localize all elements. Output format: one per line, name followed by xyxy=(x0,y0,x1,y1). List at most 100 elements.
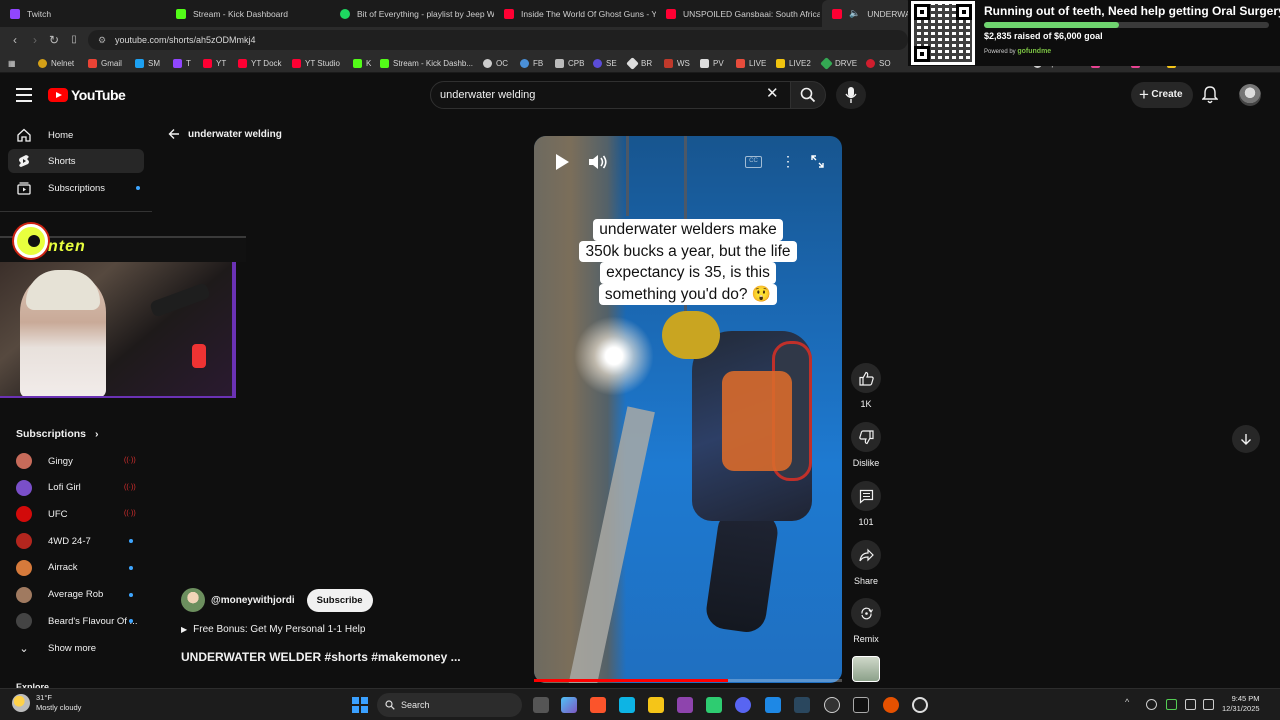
app-icon[interactable] xyxy=(883,697,899,713)
weather-widget[interactable]: 31°F Mostly cloudy xyxy=(12,693,81,713)
captions-icon[interactable]: CC xyxy=(745,156,762,168)
clear-search-icon[interactable]: ✕ xyxy=(766,86,779,102)
url-input[interactable]: ⚙ youtube.com/shorts/ah5zODMmkj4 xyxy=(88,30,908,50)
browser-tab[interactable]: Stream - Kick Dashboard xyxy=(166,0,330,27)
reload-icon[interactable]: ↻ xyxy=(47,33,61,47)
browser-tab[interactable]: Inside The World Of Ghost Guns - Yo xyxy=(494,0,656,27)
taskbar-search[interactable]: Search xyxy=(377,693,522,717)
remix-button[interactable]: Remix xyxy=(846,598,886,644)
sidebar-item-subscriptions[interactable]: Subscriptions xyxy=(8,176,144,200)
create-button[interactable]: Create xyxy=(1131,82,1193,108)
app-icon[interactable] xyxy=(765,697,781,713)
bookmark[interactable]: SM xyxy=(135,53,160,73)
bookmark[interactable]: DRVE xyxy=(820,53,857,73)
tab-label: Bit of Everything - playlist by Jeep W xyxy=(357,8,494,19)
search-input[interactable]: underwater welding xyxy=(430,81,792,109)
obs-icon[interactable] xyxy=(824,697,840,713)
taskbar-clock[interactable]: 9:45 PM 12/31/2025 xyxy=(1222,694,1260,714)
subscription-name: Beard's Flavour Of ... xyxy=(48,615,138,627)
windows-start-icon[interactable] xyxy=(352,697,368,713)
bookmark[interactable]: SE xyxy=(593,53,617,73)
play-icon[interactable] xyxy=(554,153,570,171)
next-short-button[interactable] xyxy=(1232,425,1260,453)
search-button[interactable] xyxy=(790,81,826,109)
browser-tab[interactable]: UNSPOILED Gansbaai: South Africa xyxy=(656,0,820,27)
dislike-button[interactable]: Dislike xyxy=(846,422,886,468)
show-more-button[interactable]: ⌄ Show more xyxy=(16,638,138,658)
nvidia-icon[interactable] xyxy=(706,697,722,713)
bookmark[interactable]: YT Studio xyxy=(292,53,340,73)
volume-tray-icon[interactable] xyxy=(1203,699,1214,710)
apps-icon[interactable]: ▦ xyxy=(8,53,16,73)
like-button[interactable]: 1K xyxy=(846,363,886,409)
subscription-item[interactable]: UFC ((·)) xyxy=(16,504,138,524)
browser-tab[interactable]: Bit of Everything - playlist by Jeep W xyxy=(330,0,494,27)
forward-icon[interactable]: › xyxy=(28,33,42,47)
notepad-icon[interactable] xyxy=(619,697,635,713)
task-view-icon[interactable] xyxy=(533,697,549,713)
bookmark[interactable]: T xyxy=(173,53,191,73)
short-title[interactable]: UNDERWATER WELDER #shorts #makemoney ... xyxy=(181,650,461,664)
bookmark[interactable]: CPB xyxy=(555,53,584,73)
bookmark[interactable]: YT Dock xyxy=(238,53,282,73)
spotify-icon xyxy=(340,8,350,19)
browser-tab-active[interactable]: 🔈 UNDERWATER xyxy=(822,0,912,27)
network-icon[interactable] xyxy=(1185,699,1196,710)
app-icon[interactable] xyxy=(853,697,869,713)
back-to-results[interactable]: underwater welding xyxy=(168,128,282,140)
notifications-bell-icon[interactable] xyxy=(1202,86,1218,104)
fullscreen-icon[interactable] xyxy=(811,155,824,168)
channel-avatar[interactable] xyxy=(181,588,205,612)
bookmark[interactable]: Gmail xyxy=(88,53,122,73)
comments-button[interactable]: 101 xyxy=(846,481,886,527)
bookmark[interactable]: BR xyxy=(626,53,652,73)
bookmark[interactable]: K xyxy=(353,53,371,73)
app-icon[interactable] xyxy=(912,697,928,713)
bookmark[interactable]: LIVE2 xyxy=(776,53,811,73)
voice-search-button[interactable] xyxy=(836,81,866,109)
powered-by: Powered by gofundme xyxy=(984,48,1052,55)
share-button[interactable]: Share xyxy=(846,540,886,586)
app-icon[interactable] xyxy=(677,697,693,713)
subscriptions-header[interactable]: Subscriptions › xyxy=(16,428,98,440)
subscription-item[interactable]: Airrack xyxy=(16,558,138,578)
hamburger-menu-icon[interactable] xyxy=(16,88,32,102)
subscription-item[interactable]: Average Rob xyxy=(16,585,138,605)
bookmark[interactable]: YT xyxy=(203,53,226,73)
bookmark-icon[interactable]: ▯ xyxy=(67,33,81,47)
back-icon[interactable]: ‹ xyxy=(8,33,22,47)
video-progress-bar[interactable] xyxy=(534,679,842,682)
subscription-item[interactable]: Gingy ((·)) xyxy=(16,451,138,471)
subscription-item[interactable]: Beard's Flavour Of ... xyxy=(16,611,138,631)
bookmark[interactable]: WS xyxy=(664,53,690,73)
copilot-icon[interactable] xyxy=(561,697,577,713)
steam-icon[interactable] xyxy=(794,697,810,713)
brave-icon[interactable] xyxy=(590,697,606,713)
audio-thumbnail[interactable] xyxy=(852,656,880,682)
channel-name[interactable]: @moneywithjordi xyxy=(211,595,295,606)
discord-icon[interactable] xyxy=(735,697,751,713)
chevron-up-icon[interactable]: ^ xyxy=(1125,697,1136,708)
browser-tab[interactable]: Twitch xyxy=(0,0,166,27)
pv-icon xyxy=(700,58,709,68)
subscription-item[interactable]: Lofi Girl ((·)) xyxy=(16,478,138,498)
bonus-link[interactable]: ▶ Free Bonus: Get My Personal 1-1 Help xyxy=(181,624,365,635)
bookmark[interactable]: FB xyxy=(520,53,543,73)
cloud-icon[interactable] xyxy=(1146,699,1157,710)
sidebar-item-home[interactable]: Home xyxy=(8,123,144,147)
volume-icon[interactable] xyxy=(588,153,608,171)
bookmark[interactable]: Nelnet xyxy=(38,53,74,73)
more-options-icon[interactable]: ⋮ xyxy=(781,154,795,168)
bookmark[interactable]: Stream - Kick Dashb... xyxy=(380,53,473,73)
subscribe-button[interactable]: Subscribe xyxy=(306,588,373,612)
mic-tray-icon[interactable] xyxy=(1166,699,1177,710)
bookmark[interactable]: PV xyxy=(700,53,724,73)
subscription-item[interactable]: 4WD 24-7 xyxy=(16,531,138,551)
bookmark[interactable]: SO xyxy=(866,53,891,73)
account-avatar[interactable] xyxy=(1239,84,1261,106)
sidebar-item-shorts[interactable]: Shorts xyxy=(8,149,144,173)
file-explorer-icon[interactable] xyxy=(648,697,664,713)
youtube-logo[interactable]: YouTube xyxy=(48,87,126,103)
bookmark[interactable]: LIVE xyxy=(736,53,766,73)
bookmark[interactable]: OC xyxy=(483,53,508,73)
